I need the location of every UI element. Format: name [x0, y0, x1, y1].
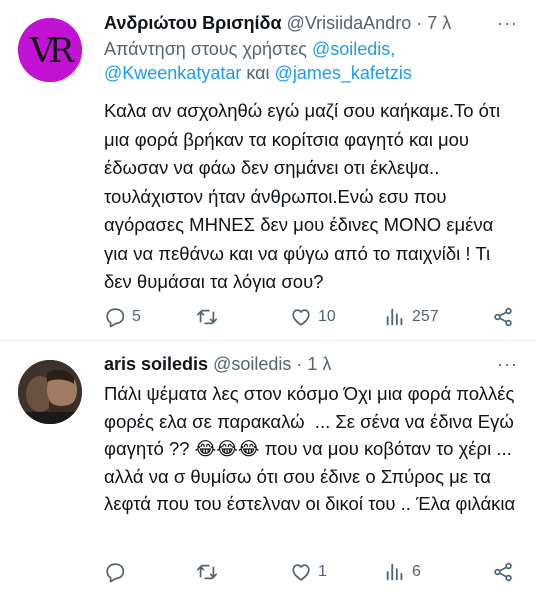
like-button[interactable]: 1 — [290, 559, 327, 585]
tweet-header: aris soiledis @soiledis · 1 λ ··· — [104, 351, 518, 377]
like-count: 1 — [318, 563, 327, 580]
tweet-text: Καλα αν ασχοληθώ εγώ μαζί σου καήκαμε.Το… — [104, 100, 506, 292]
tweet[interactable]: aris soiledis @soiledis · 1 λ ··· Πάλι ψ… — [0, 340, 536, 600]
author-name[interactable]: aris soiledis — [104, 354, 208, 374]
replying-prefix: Απάντηση στους χρήστες — [104, 39, 307, 59]
author-handle[interactable]: @VrisiidaAndro — [287, 13, 412, 33]
views-icon — [386, 308, 403, 326]
reply-icon — [106, 563, 125, 583]
views-button[interactable]: 6 — [384, 559, 421, 585]
timestamp[interactable]: 7 λ — [427, 13, 451, 33]
separator: · — [416, 13, 423, 33]
avatar-monogram-logo: VR — [18, 18, 82, 82]
timestamp[interactable]: 1 λ — [307, 354, 331, 374]
tweet-text: Πάλι ψέματα λες στον κόσμο Όχι μια φορά … — [104, 383, 520, 515]
reply-button[interactable] — [104, 559, 132, 585]
view-count: 6 — [412, 563, 421, 580]
view-count: 257 — [412, 308, 439, 325]
more-options-icon[interactable]: ··· — [497, 351, 518, 377]
mention-link[interactable]: @soiledis, — [312, 39, 395, 59]
avatar-photo — [18, 360, 82, 424]
replying-to: Απάντηση στους χρήστες @soiledis, @Kween… — [104, 37, 518, 85]
views-icon — [386, 563, 403, 581]
tweet-actions: 1 6 — [104, 559, 514, 585]
retweet-icon — [196, 309, 218, 325]
share-icon — [494, 562, 512, 582]
mention-link[interactable]: @james_kafetzis — [275, 63, 412, 83]
more-options-icon[interactable]: ··· — [497, 10, 518, 36]
like-count: 10 — [318, 308, 336, 325]
retweet-button[interactable] — [196, 559, 224, 585]
share-button[interactable] — [492, 559, 514, 585]
mention-joiner: και — [246, 63, 270, 83]
retweet-icon — [196, 564, 218, 580]
tweet-actions: 5 10 257 — [104, 304, 514, 330]
author-handle[interactable]: @soiledis — [213, 354, 291, 374]
author-name[interactable]: Ανδριώτου Βρισηίδα — [104, 13, 282, 33]
reply-count: 5 — [132, 308, 141, 325]
reply-icon — [106, 308, 125, 328]
views-button[interactable]: 257 — [384, 304, 439, 330]
share-button[interactable] — [492, 304, 514, 330]
retweet-button[interactable] — [196, 304, 224, 330]
separator: · — [296, 354, 303, 374]
avatar[interactable]: VR — [18, 18, 82, 82]
reply-button[interactable]: 5 — [104, 304, 141, 330]
mention-link[interactable]: @Kweenkatyatar — [104, 63, 241, 83]
share-icon — [494, 307, 512, 327]
avatar[interactable] — [18, 360, 82, 424]
tweet-header: Ανδριώτου Βρισηίδα @VrisiidaAndro · 7 λ … — [104, 10, 518, 36]
tweet[interactable]: VR Ανδριώτου Βρισηίδα @VrisiidaAndro · 7… — [0, 0, 536, 340]
like-icon — [292, 564, 310, 581]
like-button[interactable]: 10 — [290, 304, 336, 330]
like-icon — [292, 309, 310, 326]
